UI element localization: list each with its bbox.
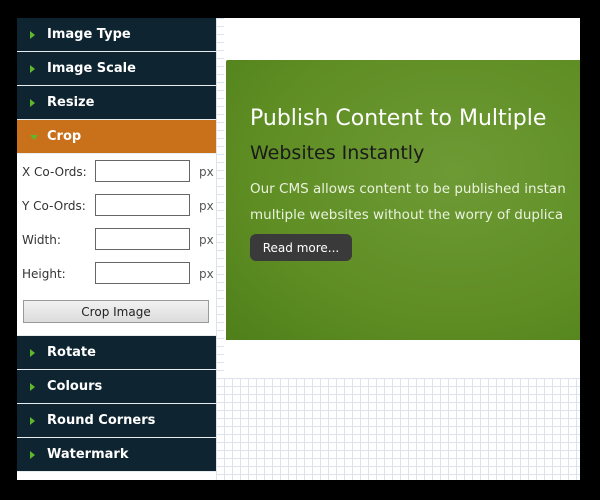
y-coord-unit: px (199, 199, 214, 213)
section-resize[interactable]: Resize (17, 86, 216, 120)
section-watermark[interactable]: Watermark (17, 438, 216, 472)
image-canvas[interactable]: Publish Content to Multiple Websites Ins… (216, 18, 580, 480)
width-input[interactable] (95, 228, 190, 250)
preview-image-banner: Publish Content to Multiple Websites Ins… (226, 60, 580, 340)
banner-description: Our CMS allows content to be published i… (250, 176, 580, 228)
height-unit: px (199, 267, 214, 281)
expand-arrow-icon (30, 64, 35, 73)
section-crop[interactable]: Crop (17, 120, 216, 154)
section-rotate[interactable]: Rotate (17, 336, 216, 370)
section-label: Colours (47, 379, 103, 394)
width-unit: px (199, 233, 214, 247)
section-label: Image Scale (47, 61, 136, 76)
banner-title-line2: Websites Instantly (250, 142, 425, 164)
collapse-arrow-icon (30, 134, 38, 140)
read-more-button: Read more... (250, 234, 352, 261)
height-label: Height: (22, 267, 66, 281)
expand-arrow-icon (30, 30, 35, 39)
x-coord-row: X Co-Ords: px (22, 160, 214, 184)
y-coord-row: Y Co-Ords: px (22, 194, 214, 218)
crop-panel: X Co-Ords: px Y Co-Ords: px Width: px He… (17, 154, 216, 336)
expand-arrow-icon (30, 98, 35, 107)
section-label: Rotate (47, 345, 96, 360)
section-colours[interactable]: Colours (17, 370, 216, 404)
expand-arrow-icon (30, 450, 35, 459)
expand-arrow-icon (30, 348, 35, 357)
section-label: Resize (47, 95, 95, 110)
banner-desc-line1: Our CMS allows content to be published i… (250, 181, 566, 197)
section-image-scale[interactable]: Image Scale (17, 52, 216, 86)
section-round-corners[interactable]: Round Corners (17, 404, 216, 438)
expand-arrow-icon (30, 416, 35, 425)
x-coord-label: X Co-Ords: (22, 165, 87, 179)
section-label: Image Type (47, 27, 131, 42)
height-input[interactable] (95, 262, 190, 284)
section-image-type[interactable]: Image Type (17, 18, 216, 52)
banner-title-line1: Publish Content to Multiple (250, 106, 547, 131)
width-row: Width: px (22, 228, 214, 252)
image-tools-sidebar: Image Type Image Scale Resize Crop X Co-… (17, 18, 216, 480)
y-coord-label: Y Co-Ords: (22, 199, 86, 213)
width-label: Width: (22, 233, 61, 247)
height-row: Height: px (22, 262, 214, 286)
x-coord-unit: px (199, 165, 214, 179)
crop-image-button[interactable]: Crop Image (23, 300, 209, 323)
section-label: Crop (47, 129, 82, 144)
section-label: Watermark (47, 447, 129, 462)
expand-arrow-icon (30, 382, 35, 391)
section-label: Round Corners (47, 413, 156, 428)
x-coord-input[interactable] (95, 160, 190, 182)
y-coord-input[interactable] (95, 194, 190, 216)
banner-desc-line2: multiple websites without the worry of d… (250, 207, 564, 223)
